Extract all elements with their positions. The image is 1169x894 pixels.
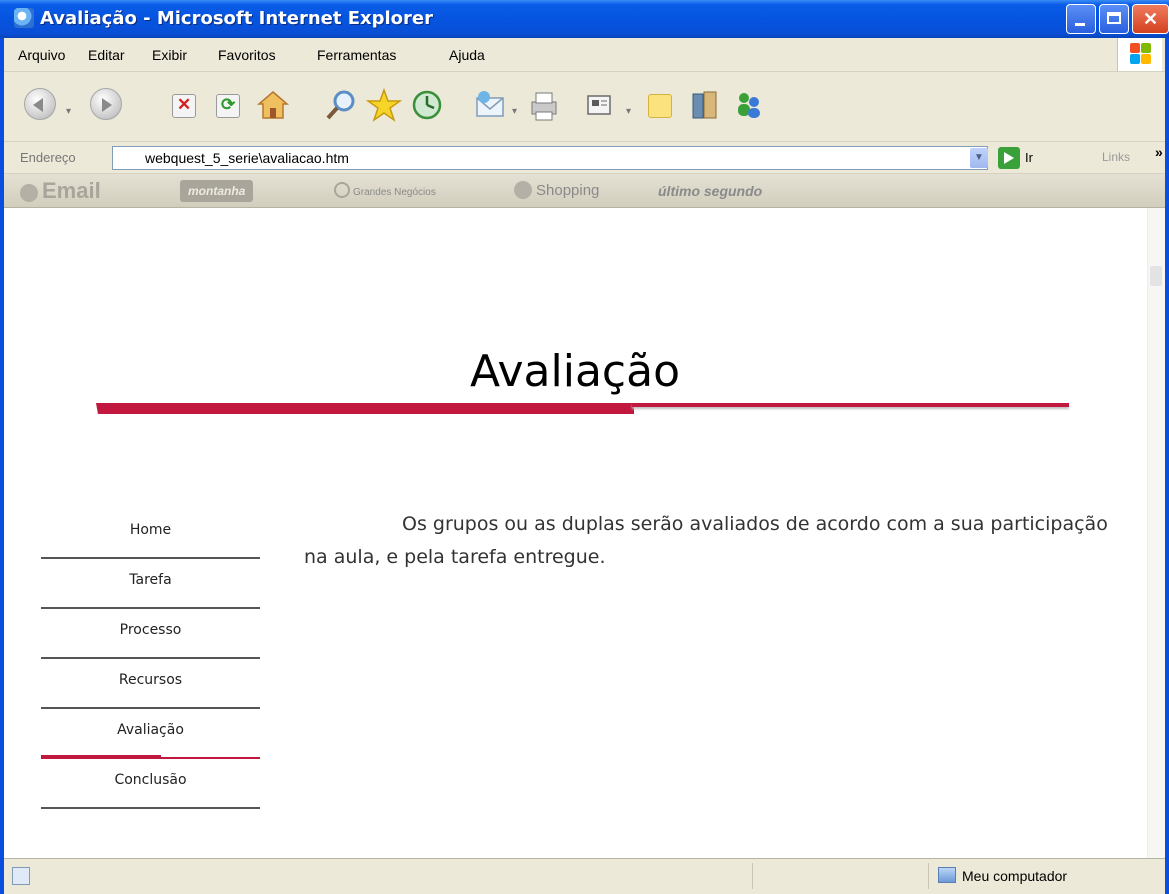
mail-dropdown-icon[interactable]: ▾ xyxy=(512,106,517,117)
print-button[interactable] xyxy=(526,88,562,124)
search-icon xyxy=(326,90,355,120)
refresh-icon: ⟳ xyxy=(216,94,240,118)
security-zone: Meu computador xyxy=(938,867,1067,884)
edit-page-icon xyxy=(587,95,611,115)
link-ultimo-segundo[interactable]: último segundo xyxy=(658,180,762,202)
favorites-button[interactable] xyxy=(365,87,403,124)
home-button[interactable] xyxy=(256,88,292,124)
nav-tarefa[interactable]: Tarefa xyxy=(41,559,260,609)
edit-dropdown-icon[interactable]: ▾ xyxy=(626,106,631,117)
standard-toolbar: ▾ ✕ ⟳ ▾ ▾ xyxy=(4,72,1165,142)
printer-icon xyxy=(531,92,557,121)
mail-button[interactable] xyxy=(474,88,510,124)
history-button[interactable] xyxy=(410,88,446,124)
zone-label: Meu computador xyxy=(962,868,1068,884)
windows-logo xyxy=(1117,38,1162,71)
menu-ferramentas[interactable]: Ferramentas xyxy=(317,47,396,63)
menu-favoritos[interactable]: Favoritos xyxy=(218,47,276,63)
maximize-button[interactable] xyxy=(1099,4,1129,34)
toolbar-chevron-icon[interactable]: » xyxy=(1155,144,1163,160)
messenger-button[interactable] xyxy=(732,88,768,124)
menu-exibir[interactable]: Exibir xyxy=(152,47,187,63)
address-dropdown-button[interactable]: ▼ xyxy=(970,148,988,168)
link-grandes-negocios[interactable]: Grandes Negócios xyxy=(334,180,436,202)
computer-icon xyxy=(938,867,956,883)
page-title: Avaliação xyxy=(470,346,681,397)
messenger-icon xyxy=(738,93,760,118)
title-underline-thin xyxy=(632,403,1069,407)
mail-icon xyxy=(476,91,504,117)
research-button[interactable] xyxy=(688,88,724,124)
side-nav: Home Tarefa Processo Recursos Avaliação … xyxy=(41,509,260,809)
status-divider xyxy=(752,863,753,889)
globe-icon xyxy=(334,182,350,198)
close-button[interactable] xyxy=(1132,4,1169,34)
refresh-button[interactable]: ⟳ xyxy=(212,88,248,124)
go-button[interactable]: Ir xyxy=(1025,150,1033,165)
history-icon xyxy=(412,90,442,120)
link-montanha[interactable]: montanha xyxy=(180,180,254,202)
edit-button[interactable] xyxy=(582,88,618,124)
back-dropdown-icon[interactable]: ▾ xyxy=(66,106,71,117)
search-button[interactable] xyxy=(324,88,360,124)
nav-conclusao[interactable]: Conclusão xyxy=(41,759,260,809)
menu-editar[interactable]: Editar xyxy=(88,47,125,63)
forward-button[interactable] xyxy=(90,88,126,124)
menu-arquivo[interactable]: Arquivo xyxy=(18,47,65,63)
browser-window: Avaliação - Microsoft Internet Explorer … xyxy=(0,0,1169,894)
windows-flag-icon xyxy=(1130,43,1152,65)
title-underline-thick xyxy=(96,403,634,414)
menu-bar: Arquivo Editar Exibir Favoritos Ferramen… xyxy=(4,38,1165,72)
menu-ajuda[interactable]: Ajuda xyxy=(449,47,485,63)
links-toolbar: Email montanha Grandes Negócios Shopping… xyxy=(4,174,1165,208)
stop-button[interactable]: ✕ xyxy=(168,88,204,124)
note-icon xyxy=(648,94,672,118)
address-bar: Endereço webquest_5_serie\avaliacao.htm … xyxy=(4,142,1165,174)
address-url: webquest_5_serie\avaliacao.htm xyxy=(145,150,349,166)
stop-icon: ✕ xyxy=(172,94,196,118)
page-status-icon xyxy=(12,867,30,885)
forward-arrow-icon xyxy=(90,88,122,120)
address-label: Endereço xyxy=(20,150,76,165)
home-icon xyxy=(256,91,290,119)
link-email[interactable]: Email xyxy=(20,180,101,202)
nav-avaliacao[interactable]: Avaliação xyxy=(41,709,260,759)
minimize-button[interactable] xyxy=(1066,4,1096,34)
scrollbar-thumb[interactable] xyxy=(1150,266,1162,286)
back-button[interactable] xyxy=(24,88,60,124)
status-bar: Meu computador xyxy=(4,858,1165,894)
page-content: Avaliação Os grupos ou as duplas serão a… xyxy=(4,208,1165,858)
evaluation-text: Os grupos ou as duplas serão avaliados d… xyxy=(304,513,1108,568)
research-icon xyxy=(692,91,717,119)
vertical-scrollbar[interactable] xyxy=(1147,208,1165,858)
discuss-button[interactable] xyxy=(644,88,680,124)
link-shopping[interactable]: Shopping xyxy=(514,180,599,202)
mail-icon xyxy=(20,184,38,202)
status-divider xyxy=(928,863,929,889)
window-title: Avaliação - Microsoft Internet Explorer xyxy=(40,8,434,29)
nav-processo[interactable]: Processo xyxy=(41,609,260,659)
shopping-icon xyxy=(514,181,532,199)
back-arrow-icon xyxy=(24,88,56,120)
ie-icon xyxy=(14,8,34,28)
title-bar[interactable]: Avaliação - Microsoft Internet Explorer xyxy=(0,0,1169,38)
address-input[interactable]: webquest_5_serie\avaliacao.htm xyxy=(112,146,988,170)
links-button[interactable]: Links xyxy=(1102,150,1130,164)
nav-home[interactable]: Home xyxy=(41,509,260,559)
go-arrow-icon[interactable] xyxy=(998,147,1020,169)
nav-recursos[interactable]: Recursos xyxy=(41,659,260,709)
star-icon xyxy=(365,87,403,122)
